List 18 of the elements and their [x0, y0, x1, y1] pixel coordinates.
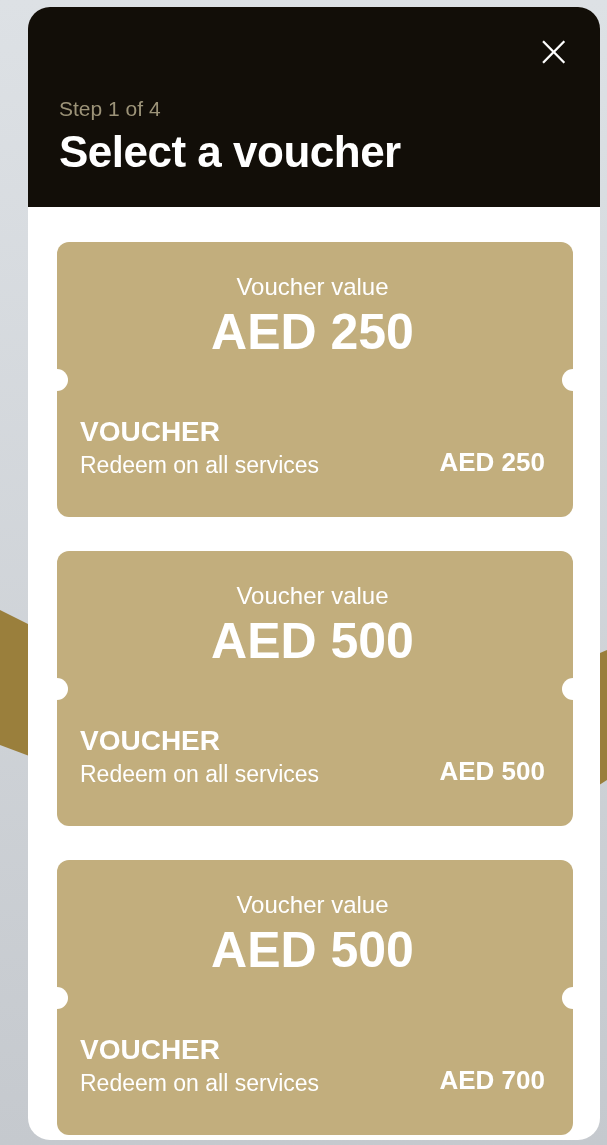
voucher-amount: AED 500	[210, 613, 415, 669]
voucher-description: Redeem on all services	[80, 760, 320, 789]
voucher-description: Redeem on all services	[80, 1069, 320, 1098]
voucher-price: AED 500	[439, 756, 545, 786]
voucher-price: AED 250	[439, 447, 545, 477]
voucher-description: Redeem on all services	[80, 451, 320, 480]
voucher-title: VOUCHER	[80, 725, 221, 757]
voucher-title: VOUCHER	[80, 416, 221, 448]
voucher-title: VOUCHER	[80, 1034, 221, 1066]
voucher-price: AED 700	[439, 1065, 545, 1095]
close-button[interactable]: ×	[535, 29, 572, 73]
voucher-amount: AED 500	[210, 922, 415, 978]
step-indicator: Step 1 of 4	[59, 97, 162, 121]
voucher-value-label: Voucher value	[235, 272, 390, 302]
voucher-value-label: Voucher value	[235, 890, 390, 920]
voucher-value-label: Voucher value	[235, 581, 390, 611]
dialog-title: Select a voucher	[59, 127, 402, 177]
voucher-amount: AED 250	[210, 304, 415, 360]
